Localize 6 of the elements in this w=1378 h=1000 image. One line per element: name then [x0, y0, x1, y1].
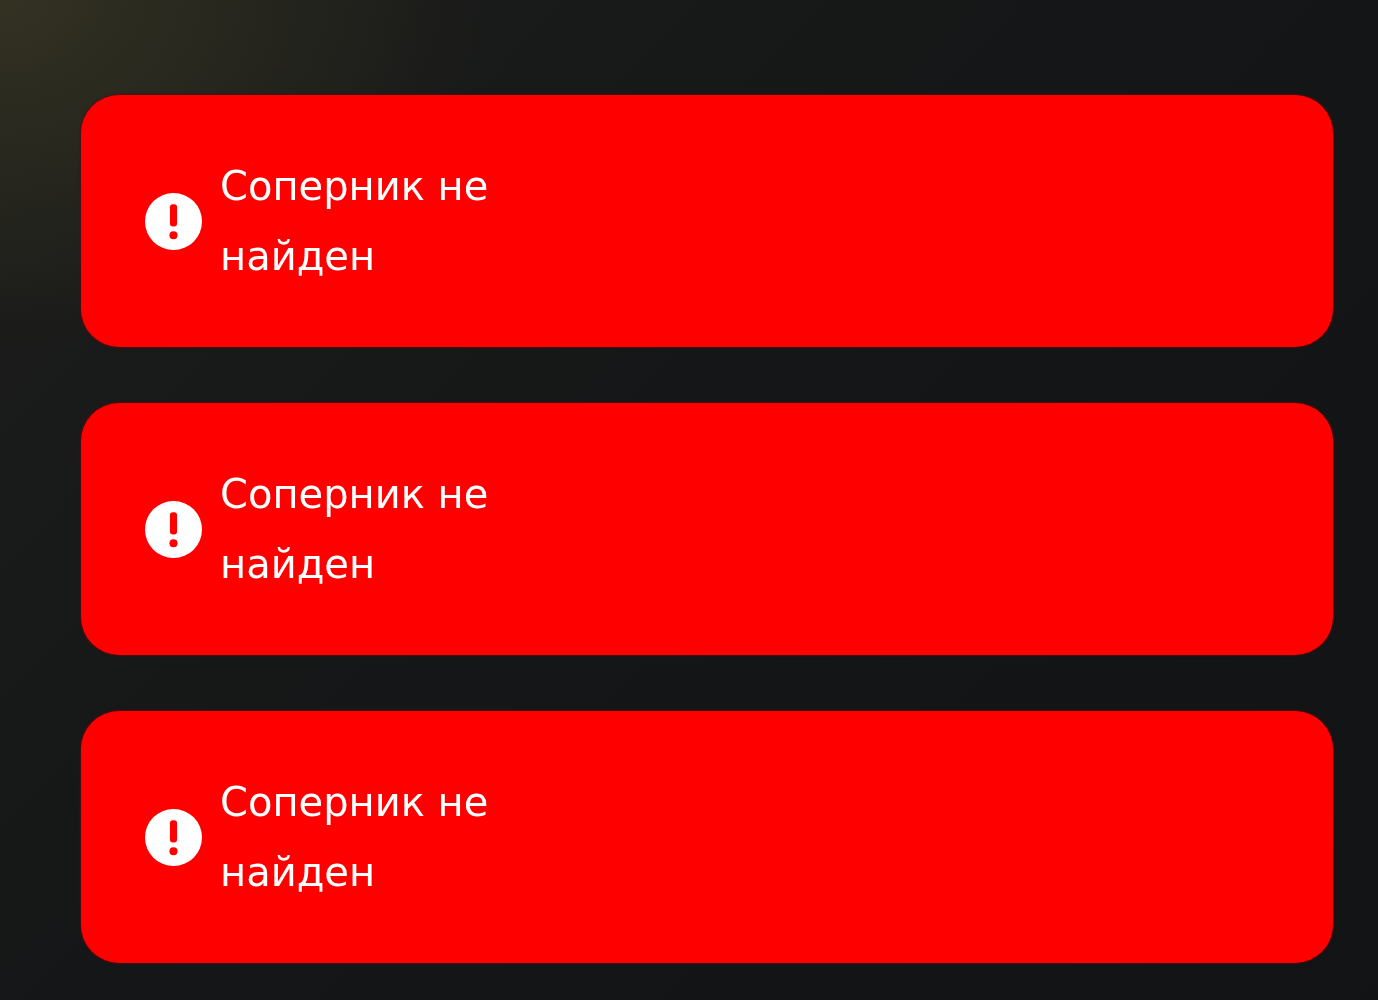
exclamation-icon — [145, 808, 202, 866]
toast-message: Соперник не найден — [220, 162, 490, 281]
toast-message: Соперник не найден — [220, 778, 490, 897]
exclamation-icon — [145, 192, 202, 250]
toast-message: Соперник не найден — [220, 470, 490, 589]
exclamation-icon — [145, 500, 202, 558]
